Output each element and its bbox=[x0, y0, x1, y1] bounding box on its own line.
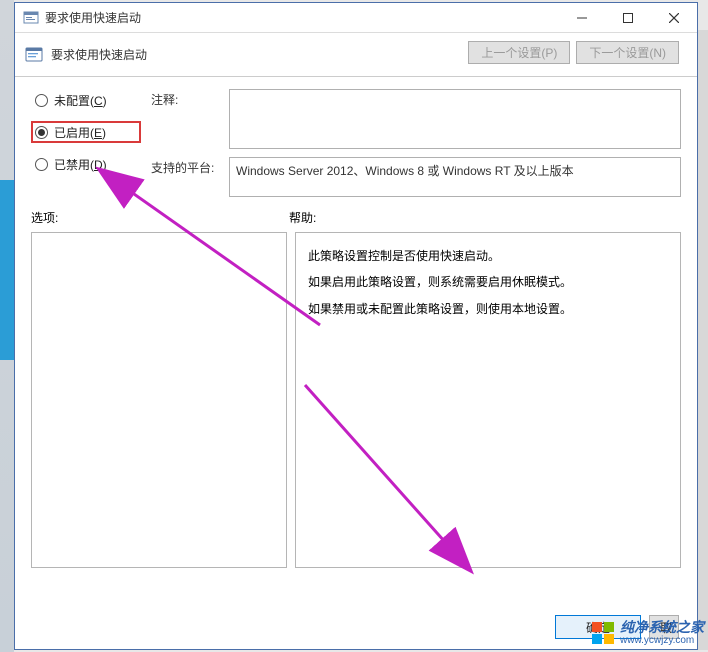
right-column: 注释: 支持的平台: Windows Server 2012、Windows 8… bbox=[151, 89, 681, 205]
titlebar: 要求使用快速启动 bbox=[15, 3, 697, 33]
radio-label: 未配置(C) bbox=[54, 92, 107, 109]
comment-label: 注释: bbox=[151, 89, 229, 149]
content-top: 未配置(C) 已启用(E) 已禁用(D) 注释: 支持的平台: Windows … bbox=[15, 77, 697, 205]
radio-group: 未配置(C) 已启用(E) 已禁用(D) bbox=[31, 89, 141, 205]
window-controls bbox=[559, 3, 697, 33]
maximize-button[interactable] bbox=[605, 3, 651, 33]
radio-label: 已禁用(D) bbox=[54, 156, 107, 173]
maximize-icon bbox=[623, 13, 633, 23]
close-icon bbox=[669, 13, 679, 23]
dialog-window: 要求使用快速启动 要求使用快速启动 上一个设置(P) 下一个设置(N) bbox=[14, 2, 698, 650]
platform-textbox: Windows Server 2012、Windows 8 或 Windows … bbox=[229, 157, 681, 197]
minimize-icon bbox=[577, 13, 587, 23]
background-shadow bbox=[698, 30, 708, 650]
watermark-url: www.ycwjzy.com bbox=[620, 635, 704, 646]
close-button[interactable] bbox=[651, 3, 697, 33]
options-pane[interactable] bbox=[31, 232, 287, 568]
radio-enabled[interactable]: 已启用(E) bbox=[31, 121, 141, 143]
background-strip bbox=[0, 0, 14, 652]
platform-label: 支持的平台: bbox=[151, 157, 229, 197]
comment-row: 注释: bbox=[151, 89, 681, 149]
radio-not-configured[interactable]: 未配置(C) bbox=[31, 89, 141, 111]
policy-icon bbox=[25, 46, 43, 64]
app-icon bbox=[23, 10, 39, 26]
comment-textbox[interactable] bbox=[229, 89, 681, 149]
radio-label: 已启用(E) bbox=[54, 124, 106, 141]
watermark-name: 纯净系统之家 bbox=[620, 620, 704, 635]
help-line: 如果禁用或未配置此策略设置，则使用本地设置。 bbox=[308, 296, 668, 322]
toolbar: 要求使用快速启动 上一个设置(P) 下一个设置(N) bbox=[15, 33, 697, 77]
radio-icon bbox=[35, 158, 48, 171]
panes: 此策略设置控制是否使用快速启动。 如果启用此策略设置，则系统需要启用休眠模式。 … bbox=[15, 232, 697, 568]
prev-setting-button[interactable]: 上一个设置(P) bbox=[468, 41, 570, 64]
window-title: 要求使用快速启动 bbox=[45, 9, 141, 26]
watermark-logo-icon bbox=[592, 622, 614, 644]
background-blue bbox=[0, 180, 14, 360]
policy-title: 要求使用快速启动 bbox=[51, 46, 147, 63]
radio-disabled[interactable]: 已禁用(D) bbox=[31, 153, 141, 175]
options-label: 选项: bbox=[31, 209, 289, 226]
help-label: 帮助: bbox=[289, 209, 316, 226]
platform-row: 支持的平台: Windows Server 2012、Windows 8 或 W… bbox=[151, 157, 681, 197]
next-setting-button[interactable]: 下一个设置(N) bbox=[576, 41, 679, 64]
radio-icon bbox=[35, 94, 48, 107]
watermark: 纯净系统之家 www.ycwjzy.com bbox=[588, 618, 708, 648]
nav-buttons: 上一个设置(P) 下一个设置(N) bbox=[468, 41, 679, 64]
section-labels: 选项: 帮助: bbox=[15, 205, 697, 232]
help-line: 此策略设置控制是否使用快速启动。 bbox=[308, 243, 668, 269]
minimize-button[interactable] bbox=[559, 3, 605, 33]
radio-icon bbox=[35, 126, 48, 139]
help-pane[interactable]: 此策略设置控制是否使用快速启动。 如果启用此策略设置，则系统需要启用休眠模式。 … bbox=[295, 232, 681, 568]
help-line: 如果启用此策略设置，则系统需要启用休眠模式。 bbox=[308, 269, 668, 295]
